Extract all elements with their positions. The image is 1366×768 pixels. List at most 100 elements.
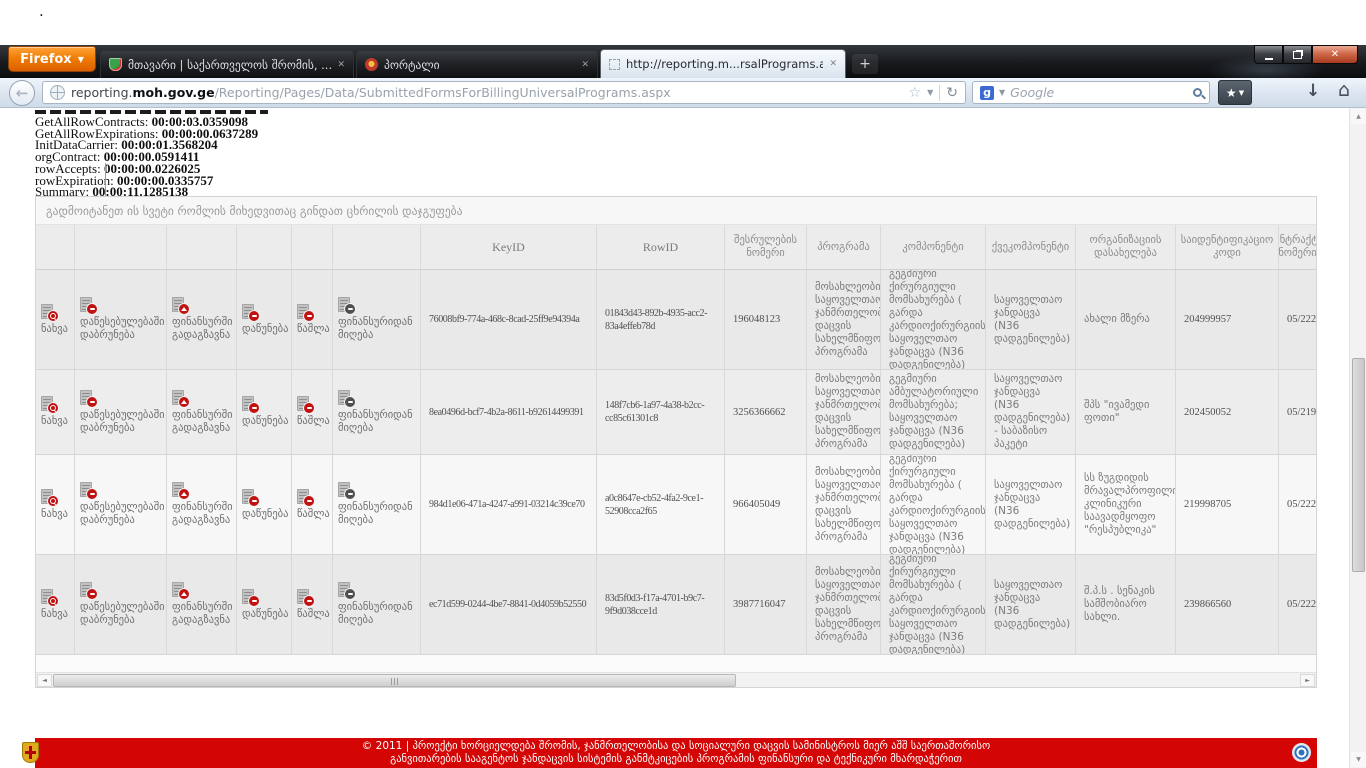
send-to-financial-button[interactable]: ფინანსურში გადაგზავნა xyxy=(167,370,237,454)
minimize-button[interactable] xyxy=(1254,45,1283,64)
scroll-right-arrow[interactable]: ► xyxy=(1300,674,1315,687)
cell-contract: 05/222/5 xyxy=(1279,270,1316,369)
action-label: დაწუნება xyxy=(242,415,288,428)
column-header-execution-number[interactable]: შესრულების ნომერი xyxy=(725,225,807,269)
action-label: წაშლა xyxy=(297,323,330,336)
cell-program: მოსახლეობის საყოველთაო ჯანმრთელობის დაცვ… xyxy=(807,455,881,554)
url-bar[interactable]: reporting.moh.gov.ge/Reporting/Pages/Dat… xyxy=(42,81,966,104)
action-label: ნახვა xyxy=(41,608,68,621)
scroll-down-arrow[interactable]: ▼ xyxy=(1351,752,1366,767)
view-button[interactable]: ნახვა xyxy=(36,370,75,454)
search-placeholder: Google xyxy=(1010,85,1188,100)
tab-close-icon[interactable]: ✕ xyxy=(337,60,345,70)
view-button[interactable]: ნახვა xyxy=(36,455,75,554)
document-minus-icon xyxy=(80,582,96,598)
cell-program: მოსახლეობის საყოველთაო ჯანმრთელობის დაცვ… xyxy=(807,270,881,369)
column-header-rowid[interactable]: RowID xyxy=(597,225,725,269)
horizontal-scrollbar[interactable]: ◄ ► xyxy=(36,672,1316,687)
document-minus-icon xyxy=(242,304,258,320)
chevron-down-icon[interactable]: ▼ xyxy=(927,88,933,97)
document-minus-icon xyxy=(80,390,96,406)
table-row: ნახვა დაწესებულებაში დაბრუნებაფინანსურში … xyxy=(36,555,1316,655)
column-header-empty xyxy=(36,225,75,269)
chevron-down-icon[interactable]: ▼ xyxy=(999,88,1005,97)
search-magnifier-icon[interactable] xyxy=(1193,88,1202,97)
view-button[interactable]: ნახვა xyxy=(36,555,75,654)
reject-button[interactable]: დაწუნება xyxy=(237,370,292,454)
scroll-left-arrow[interactable]: ◄ xyxy=(37,674,52,687)
back-button[interactable]: ← xyxy=(9,80,35,106)
receive-from-financial-button[interactable]: ფინანსურიდან მიღება xyxy=(333,370,421,454)
delete-button[interactable]: წაშლა xyxy=(292,555,333,654)
cell-key-id: 76008bf9-774a-468c-8cad-25ff9e94394a xyxy=(421,270,597,369)
cell-program: მოსახლეობის საყოველთაო ჯანმრთელობის დაცვ… xyxy=(807,555,881,654)
google-icon[interactable]: g xyxy=(980,86,994,100)
tab-close-icon[interactable]: ✕ xyxy=(829,59,837,69)
send-to-financial-button[interactable]: ფინანსურში გადაგზავნა xyxy=(167,270,237,369)
send-to-financial-button[interactable]: ფინანსურში გადაგზავნა xyxy=(167,455,237,554)
restore-button[interactable] xyxy=(1283,45,1312,64)
action-label: წაშლა xyxy=(297,508,330,521)
view-button[interactable]: ნახვა xyxy=(36,270,75,369)
action-label: დაწესებულებაში დაბრუნება xyxy=(80,501,165,527)
close-button[interactable]: ✕ xyxy=(1312,45,1358,64)
bookmarks-menu-button[interactable]: ★ ▼ xyxy=(1218,80,1252,105)
action-label: დაწესებულებაში დაბრუნება xyxy=(80,316,165,342)
reload-icon[interactable]: ↻ xyxy=(946,85,958,101)
column-header-component[interactable]: კომპონენტი xyxy=(881,225,986,269)
tab-mtavari[interactable]: მთავარი | საქართველოს შრომის, ... ✕ xyxy=(100,50,354,78)
new-tab-button[interactable]: + xyxy=(852,54,878,74)
column-header-contract-number[interactable]: კონტრაქტის ნომერი xyxy=(1279,225,1316,269)
footer-line-2: განვითარების სააგენტოს ჯანდაცვის სისტემი… xyxy=(390,753,962,766)
column-header-identification-code[interactable]: საიდენტიფიკაციო კოდი xyxy=(1176,225,1279,269)
tab-portali[interactable]: პორტალი ✕ xyxy=(356,50,598,78)
globe-icon xyxy=(50,85,65,100)
vertical-scroll-thumb[interactable] xyxy=(1352,358,1365,572)
reject-button[interactable]: დაწუნება xyxy=(237,555,292,654)
delete-button[interactable]: წაშლა xyxy=(292,370,333,454)
cell-contract: 05/219/4 xyxy=(1279,370,1316,454)
delete-button[interactable]: წაშლა xyxy=(292,270,333,369)
action-label: ფინანსურში გადაგზავნა xyxy=(172,409,233,435)
page-footer: © 2011 | პროექტი ხორციელდება შრომის, ჯან… xyxy=(35,738,1317,768)
cell-subcomponent: საყოველთაო ჯანდაცვა (N36 დადგენილება) - … xyxy=(986,370,1076,454)
action-label: ფინანსურიდან მიღება xyxy=(338,601,415,627)
return-to-institution-button[interactable]: დაწესებულებაში დაბრუნება xyxy=(75,270,167,369)
document-minus-icon xyxy=(242,396,258,412)
tab-reporting-active[interactable]: http://reporting.m...rsalPrograms.aspx ✕ xyxy=(600,49,846,78)
tab-close-icon[interactable]: ✕ xyxy=(581,60,589,70)
cell-organization: შპს "ივამედი ფოთი" xyxy=(1076,370,1176,454)
moh-favicon-icon xyxy=(109,58,122,71)
home-icon[interactable]: ⌂ xyxy=(1338,79,1350,101)
receive-from-financial-button[interactable]: ფინანსურიდან მიღება xyxy=(333,270,421,369)
firefox-menu-button[interactable]: Firefox ▼ xyxy=(8,46,96,72)
action-label: წაშლა xyxy=(297,415,330,428)
downloads-icon[interactable]: ↓ xyxy=(1306,81,1320,101)
reject-button[interactable]: დაწუნება xyxy=(237,270,292,369)
column-header-organization-name[interactable]: ორგანიზაციის დასახელება xyxy=(1076,225,1176,269)
send-to-financial-button[interactable]: ფინანსურში გადაგზავნა xyxy=(167,555,237,654)
column-header-subcomponent[interactable]: ქვეკომპონენტი xyxy=(986,225,1076,269)
chevron-down-icon: ▼ xyxy=(78,55,84,64)
document-minus-gray-icon xyxy=(338,482,354,498)
bookmark-star-icon[interactable]: ☆ xyxy=(909,85,922,101)
return-to-institution-button[interactable]: დაწესებულებაში დაბრუნება xyxy=(75,370,167,454)
portal-favicon-icon xyxy=(365,58,378,71)
scroll-up-arrow[interactable]: ▲ xyxy=(1351,109,1366,124)
column-header-program[interactable]: პროგრამა xyxy=(807,225,881,269)
document-minus-icon xyxy=(297,396,313,412)
group-by-bar[interactable]: გადმოიტანეთ ის სვეტი რომლის მიხედვითაც გ… xyxy=(36,197,1316,225)
return-to-institution-button[interactable]: დაწესებულებაში დაბრუნება xyxy=(75,555,167,654)
return-to-institution-button[interactable]: დაწესებულებაში დაბრუნება xyxy=(75,455,167,554)
receive-from-financial-button[interactable]: ფინანსურიდან მიღება xyxy=(333,555,421,654)
column-header-empty xyxy=(292,225,333,269)
cell-subcomponent: საყოველთაო ჯანდაცვა (N36 დადგენილება) xyxy=(986,455,1076,554)
cell-program: მოსახლეობის საყოველთაო ჯანმრთელობის დაცვ… xyxy=(807,370,881,454)
column-header-keyid[interactable]: KeyID xyxy=(421,225,597,269)
reject-button[interactable]: დაწუნება xyxy=(237,455,292,554)
vertical-scrollbar[interactable]: ▲ ▼ xyxy=(1349,108,1366,768)
horizontal-scroll-thumb[interactable] xyxy=(53,674,736,687)
search-bar[interactable]: g ▼ Google xyxy=(972,81,1210,104)
receive-from-financial-button[interactable]: ფინანსურიდან მიღება xyxy=(333,455,421,554)
delete-button[interactable]: წაშლა xyxy=(292,455,333,554)
